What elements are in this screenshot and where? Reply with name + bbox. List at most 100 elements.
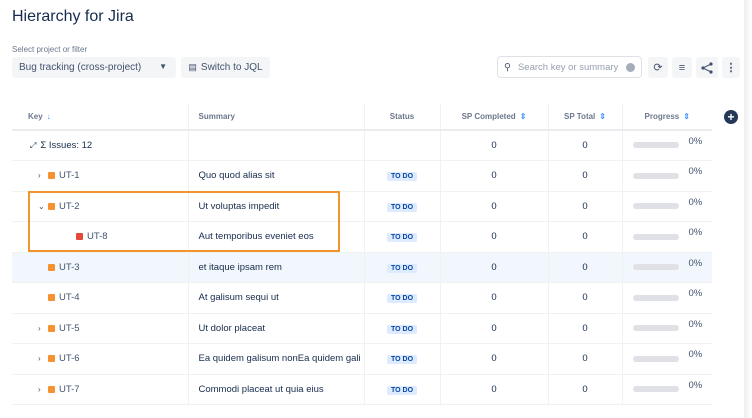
issue-key[interactable]: UT-4: [59, 292, 80, 303]
story-type-icon: [48, 202, 55, 210]
status-badge[interactable]: TO DO: [386, 324, 418, 334]
progress-label: 0%: [688, 349, 703, 361]
expand-all-icon[interactable]: ⤢: [30, 141, 36, 150]
switch-to-jql-button[interactable]: ▤ Switch to JQL: [181, 57, 270, 78]
sp-total-total: 0: [548, 130, 623, 161]
story-type-icon: [48, 385, 55, 393]
table-row[interactable]: › UT-6 Ea quidem galisum nonEa quidem gal…: [12, 343, 712, 375]
issue-summary: Ea quidem galisum nonEa quidem gali: [188, 343, 365, 375]
sp-total: 0: [548, 191, 623, 222]
sp-total: 0: [548, 252, 623, 283]
expand-toggle-icon[interactable]: ›: [38, 171, 48, 180]
column-label: SP Completed: [461, 112, 516, 121]
progress-bar: [632, 355, 679, 362]
page-title: Hierarchy for Jira: [12, 8, 134, 25]
status-badge[interactable]: TO DO: [386, 385, 418, 395]
sp-total: 0: [548, 160, 623, 192]
column-sp-total[interactable]: SP Total ⇕: [548, 104, 623, 131]
progress-label: 0%: [688, 288, 703, 300]
progress-label: 0%: [688, 227, 703, 239]
expand-toggle-icon[interactable]: ›: [38, 354, 48, 363]
issue-key[interactable]: UT-7: [59, 384, 80, 395]
bug-type-icon: [76, 233, 83, 241]
add-column-button[interactable]: +: [724, 110, 738, 124]
progress-label: 0%: [688, 318, 703, 330]
expand-toggle-icon[interactable]: ›: [38, 324, 48, 333]
progress-label: 0%: [688, 379, 703, 391]
column-progress[interactable]: Progress ⇕: [622, 104, 712, 131]
sort-icon: ⇕: [519, 112, 527, 121]
progress-bar: [632, 172, 679, 179]
issue-key[interactable]: UT-8: [87, 231, 108, 242]
table-row[interactable]: › UT-7 Commodi placeat ut quia eius TO DO…: [12, 374, 712, 405]
story-type-icon: [48, 172, 55, 180]
issue-summary: Ut voluptas impedit: [188, 191, 365, 222]
search-input[interactable]: ⚲ Search key or summary: [497, 56, 642, 78]
sp-total: 0: [548, 282, 623, 314]
issue-summary: Commodi placeat ut quia eius: [188, 374, 365, 405]
issue-summary: et itaque ipsam rem: [188, 252, 365, 283]
issue-key[interactable]: UT-6: [59, 353, 80, 364]
sp-completed: 0: [440, 160, 549, 192]
issue-key[interactable]: UT-5: [59, 323, 80, 334]
selected-filter: Bug tracking (cross-project): [19, 62, 142, 73]
status-badge[interactable]: TO DO: [386, 294, 418, 304]
status-badge[interactable]: TO DO: [386, 202, 418, 212]
issue-summary: Quo quod alias sit: [188, 160, 365, 192]
status-badge[interactable]: TO DO: [386, 355, 418, 365]
expand-toggle-icon[interactable]: ›: [38, 385, 48, 394]
sort-icon[interactable]: ≡: [672, 57, 692, 78]
table-row[interactable]: › UT-1 Quo quod alias sit TO DO 0 0 0%: [12, 160, 712, 192]
progress-bar: [632, 386, 679, 393]
table-row[interactable]: › UT-5 Ut dolor placeat TO DO 0 0 0%: [12, 313, 712, 344]
issue-key[interactable]: UT-3: [59, 262, 80, 273]
progress-label: 0%: [688, 196, 703, 208]
sp-total: 0: [548, 374, 623, 405]
table-row[interactable]: UT-4 At galisum sequi ut TO DO 0 0 0%: [12, 282, 712, 314]
table-row[interactable]: UT-3 et itaque ipsam rem TO DO 0 0 0%: [12, 252, 712, 283]
table-row[interactable]: ⌄ UT-2 Ut voluptas impedit TO DO 0 0 0%: [12, 191, 712, 222]
sp-completed-total: 0: [440, 130, 549, 161]
issue-summary: Ut dolor placeat: [188, 313, 365, 344]
issues-count: Σ Issues: 12: [40, 140, 93, 151]
jql-icon: ▤: [188, 62, 197, 72]
sp-completed: 0: [440, 252, 549, 283]
issue-key[interactable]: UT-2: [59, 201, 80, 212]
more-icon[interactable]: ⋮: [722, 57, 740, 78]
filter-label: Select project or filter: [12, 45, 88, 54]
status-badge[interactable]: TO DO: [386, 263, 418, 273]
column-label: Progress: [644, 112, 680, 121]
sp-total: 0: [548, 221, 623, 253]
column-sp-completed[interactable]: SP Completed ⇕: [440, 104, 549, 131]
progress-bar: [632, 264, 679, 271]
panel-edge: [744, 0, 752, 418]
column-key[interactable]: Key ↓: [12, 104, 189, 131]
progress-bar: [632, 142, 679, 149]
refresh-icon[interactable]: ⟳: [648, 57, 668, 78]
search-icon: ⚲: [504, 61, 511, 73]
search-placeholder: Search key or summary: [517, 61, 619, 73]
clear-search-icon[interactable]: [626, 62, 635, 72]
sort-icon: ⇕: [683, 112, 690, 121]
sp-completed: 0: [440, 191, 549, 222]
sp-completed: 0: [440, 282, 549, 314]
sp-total: 0: [548, 343, 623, 375]
story-type-icon: [48, 355, 55, 363]
status-badge[interactable]: TO DO: [386, 233, 418, 243]
issue-key[interactable]: UT-1: [59, 170, 80, 181]
share-icon[interactable]: [696, 57, 718, 78]
column-status[interactable]: Status: [364, 104, 441, 131]
switch-jql-label: Switch to JQL: [200, 62, 263, 73]
column-summary[interactable]: Summary: [188, 104, 365, 131]
sort-desc-icon: ↓: [46, 112, 51, 121]
summary-row: ⤢ Σ Issues: 12 0 0 0%: [12, 130, 712, 161]
story-type-icon: [48, 324, 55, 332]
column-label: Key: [28, 112, 43, 121]
project-filter-select[interactable]: Bug tracking (cross-project) ▼: [12, 57, 176, 78]
table-row[interactable]: UT-8 Aut temporibus eveniet eos TO DO 0 …: [12, 221, 712, 253]
status-badge[interactable]: TO DO: [386, 172, 418, 182]
progress-bar: [632, 203, 679, 210]
expand-toggle-icon[interactable]: ⌄: [38, 202, 48, 211]
chevron-down-icon: ▼: [159, 62, 167, 71]
sp-completed: 0: [440, 374, 549, 405]
